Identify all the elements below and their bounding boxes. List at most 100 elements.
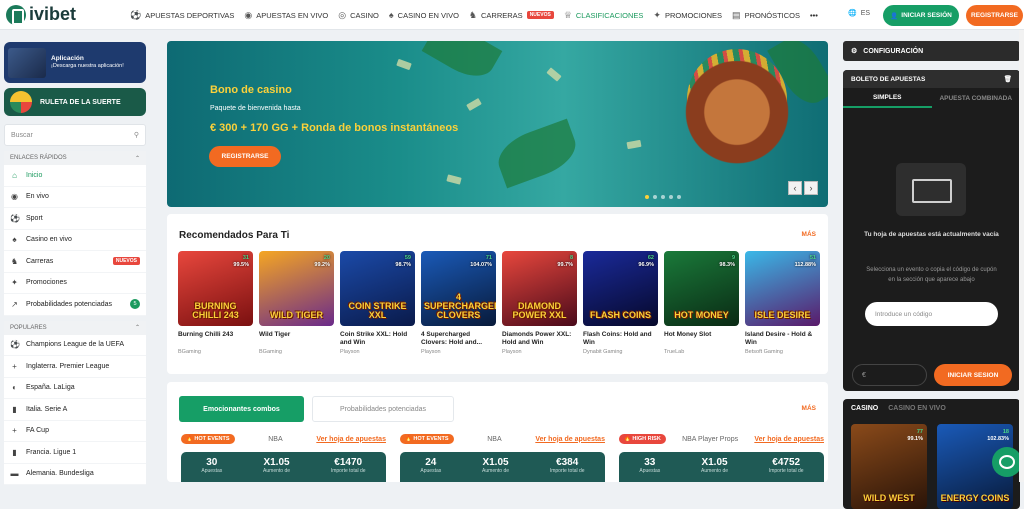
tab-singles[interactable]: SIMPLES	[843, 88, 932, 108]
register-button[interactable]: REGISTRARSE	[966, 5, 1023, 26]
combo-value-number: X1.05	[482, 457, 509, 468]
game-stats: 77 99.1%	[907, 429, 923, 443]
game-card[interactable]: 59 98.7% COIN STRIKE XXL Coin Strike XXL: H…	[340, 251, 415, 355]
tab-boosted-odds[interactable]: Probabilidades potenciadas	[312, 396, 454, 422]
game-thumbnail[interactable]: 20 99.2% WILD TIGER	[259, 251, 334, 326]
sidebar-item[interactable]: ▮ Italia. Serie A	[4, 399, 146, 421]
combo-card[interactable]: 🔥 HIGH RISK NBA Player Props Ver hoja de a…	[619, 432, 824, 482]
settings-label: CONFIGURACIÓN	[863, 47, 924, 55]
sidebar-item[interactable]: ↗ Probabilidades potenciadas 5	[4, 294, 146, 316]
nav-item-7[interactable]: ▤ PRONÓSTICOS	[732, 10, 800, 21]
carousel-prev-icon[interactable]: ‹	[788, 181, 802, 195]
sidebar-item[interactable]: + Inglaterra. Premier League	[4, 356, 146, 378]
coupon-code-input[interactable]: Introduce un código	[865, 302, 998, 326]
chevron-up-icon: ⌃	[134, 325, 140, 331]
game-thumbnail[interactable]: 51 112.88% ISLE DESIRE	[745, 251, 820, 326]
game-art-title: ENERGY COINS	[940, 493, 1010, 503]
nav-item-3[interactable]: ♠ CASINO EN VIVO	[389, 10, 459, 20]
sidebar-item[interactable]: ⌂ Inicio	[4, 165, 146, 187]
game-card[interactable]: 8 99.7% DIAMOND POWER XXL Diamonds Power XX…	[502, 251, 577, 355]
france-flag-icon: ▮	[12, 447, 17, 457]
italy-flag-icon: ▮	[12, 404, 17, 414]
boost-icon: ↗	[11, 299, 18, 309]
recommended-more-link[interactable]: MÁS	[802, 231, 816, 238]
chat-icon[interactable]	[992, 447, 1022, 477]
game-card[interactable]: 62 96.9% FLASH COINS Flash Coins: Hold and …	[583, 251, 658, 355]
game-thumbnail[interactable]: 8 99.7% DIAMOND POWER XXL	[502, 251, 577, 326]
combo-card[interactable]: 🔥 HOT EVENTS NBA Ver hoja de apuestas 30 Apu…	[181, 432, 386, 482]
casino-game-card[interactable]: 77 99.1% WILD WEST	[851, 424, 927, 509]
sidebar-item[interactable]: ▮ Francia. Ligue 1	[4, 442, 146, 464]
game-card[interactable]: 31 99.5% BURNING CHILLI 243 Burning Chilli …	[178, 251, 253, 355]
game-thumbnail[interactable]: 31 99.5% BURNING CHILLI 243	[178, 251, 253, 326]
quick-links-header[interactable]: ENLACES RÁPIDOS ⌃	[4, 151, 146, 165]
sidebar-item[interactable]: ♠ Casino en vivo	[4, 230, 146, 251]
login-button[interactable]: 👤 INICIAR SESIÓN	[883, 5, 959, 26]
more-menu-icon[interactable]: •••	[810, 11, 818, 20]
combo-tag: 🔥 HIGH RISK	[619, 434, 666, 444]
trash-icon[interactable]: 🗑	[1004, 75, 1012, 83]
nav-item-2[interactable]: ◎ CASINO	[338, 10, 379, 21]
carousel-dots	[645, 195, 681, 199]
sidebar-item[interactable]: ✦ Promociones	[4, 273, 146, 294]
money-decoration	[446, 174, 462, 185]
hero-register-button[interactable]: REGISTRARSE	[209, 146, 281, 167]
wheel-icon	[10, 91, 32, 113]
home-icon: ⌂	[12, 170, 17, 180]
view-slip-link[interactable]: Ver hoja de apuestas	[754, 436, 824, 443]
tab-live-casino[interactable]: CASINO EN VIVO	[888, 405, 946, 412]
rtp-value: 102.83%	[987, 436, 1009, 443]
laliga-icon: ◐	[12, 383, 17, 393]
nav-item-0[interactable]: ⚽ APUESTAS DEPORTIVAS	[130, 10, 234, 21]
nav-item-4[interactable]: ♞ CARRERAS NUEVOS	[469, 10, 554, 21]
sidebar-item[interactable]: ◐ España. LaLiga	[4, 378, 146, 399]
sidebar-item[interactable]: ⚽ Sport	[4, 208, 146, 230]
stake-input[interactable]: €	[852, 364, 927, 386]
game-stats: 51 112.88%	[795, 255, 816, 269]
game-card[interactable]: 51 112.88% ISLE DESIRE Island Desire - Hold…	[745, 251, 820, 355]
combo-card[interactable]: 🔥 HOT EVENTS NBA Ver hoja de apuestas 24 Apu…	[400, 432, 605, 482]
combo-value: X1.05 Aumento de	[701, 457, 728, 482]
game-stats: 20 99.2%	[314, 255, 330, 269]
view-slip-link[interactable]: Ver hoja de apuestas	[316, 436, 386, 443]
tab-combo-bet[interactable]: APUESTA COMBINADA	[932, 88, 1021, 108]
nav-item-6[interactable]: ✦ PROMOCIONES	[653, 10, 722, 21]
game-thumbnail[interactable]: 59 98.7% COIN STRIKE XXL	[340, 251, 415, 326]
game-thumbnail[interactable]: 62 96.9% FLASH COINS	[583, 251, 658, 326]
popular-header[interactable]: POPULARES ⌃	[4, 320, 146, 335]
settings-button[interactable]: ⚙ CONFIGURACIÓN	[843, 41, 1020, 61]
carousel-next-icon[interactable]: ›	[804, 181, 818, 195]
casino-bonus-banner[interactable]: Bono de casino Paquete de bienvenida has…	[167, 41, 828, 207]
england-flag-icon: +	[12, 361, 17, 371]
sidebar-item[interactable]: ◉ En vivo	[4, 187, 146, 208]
leaf-decoration	[491, 118, 583, 189]
game-card[interactable]: 20 99.2% WILD TIGER Wild Tiger BGaming	[259, 251, 334, 355]
combo-value: €384 Importe total de	[550, 457, 585, 482]
game-thumbnail[interactable]: 9 98.3% HOT MONEY	[664, 251, 739, 326]
language-selector[interactable]: 🌐 ES	[848, 9, 870, 18]
betslip-login-button[interactable]: INICIAR SESION	[934, 364, 1012, 386]
tab-exciting-combos[interactable]: Emocionantes combos	[179, 396, 304, 422]
recommended-title: Recomendados Para Ti	[179, 230, 290, 241]
nav-item-1[interactable]: ◉ APUESTAS EN VIVO	[244, 10, 328, 21]
game-thumbnail[interactable]: 71 104.07% 4 SUPERCHARGED CLOVERS	[421, 251, 496, 326]
sidebar-item[interactable]: + FA Cup	[4, 421, 146, 442]
combos-more-link[interactable]: MÁS	[802, 405, 816, 412]
view-slip-link[interactable]: Ver hoja de apuestas	[535, 436, 605, 443]
lucky-wheel-banner[interactable]: RULETA DE LA SUERTE	[4, 88, 146, 116]
game-name: Island Desire - Hold & Win	[745, 331, 813, 347]
game-name: Hot Money Slot	[664, 331, 712, 338]
gear-icon: ⚙	[851, 48, 858, 55]
sidebar-item[interactable]: ♞ Carreras NUEVOS	[4, 251, 146, 273]
tab-casino[interactable]: CASINO	[851, 405, 878, 412]
game-card[interactable]: 71 104.07% 4 SUPERCHARGED CLOVERS 4 Superch…	[421, 251, 496, 355]
search-input[interactable]: Buscar ⚲	[4, 124, 146, 146]
nav-item-5[interactable]: ♕ CLASIFICACIONES	[564, 10, 644, 21]
sidebar-item[interactable]: ⚽ Champions League de la UEFA	[4, 335, 146, 356]
page-scrollbar[interactable]	[1019, 30, 1024, 482]
app-download-card[interactable]: Aplicación ¡Descarga nuestra aplicación!	[4, 42, 146, 83]
sidebar-item-label: Italia. Serie A	[26, 405, 68, 413]
rtp-value: 99.2%	[314, 262, 330, 269]
logo[interactable]: ivibet	[6, 4, 76, 25]
game-card[interactable]: 9 98.3% HOT MONEY Hot Money Slot TrueLab	[664, 251, 739, 355]
